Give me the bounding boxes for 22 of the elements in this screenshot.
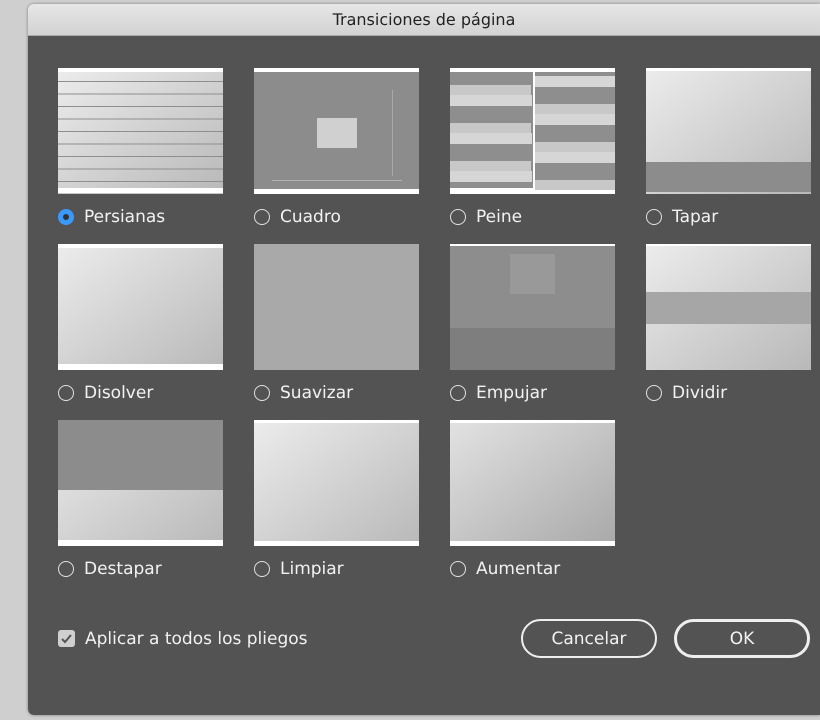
option-label: Empujar (476, 383, 547, 403)
checkbox[interactable] (58, 630, 75, 647)
option-label: Tapar (672, 207, 718, 227)
transition-preview[interactable] (254, 68, 419, 194)
option-label: Persianas (84, 207, 166, 227)
option-label: Aumentar (476, 559, 560, 579)
transition-preview[interactable] (450, 68, 615, 194)
option-label: Disolver (84, 383, 154, 403)
transition-preview[interactable] (58, 68, 223, 194)
option-label: Suavizar (280, 383, 354, 403)
option-label: Cuadro (280, 207, 341, 227)
option-label: Limpiar (280, 559, 344, 579)
cancel-button[interactable]: Cancelar (521, 619, 657, 658)
option-label: Dividir (672, 383, 728, 403)
option-label: Destapar (84, 559, 162, 579)
option-label: Peine (476, 207, 522, 227)
window-title: Transiciones de página (332, 10, 516, 29)
transition-preview[interactable] (646, 68, 811, 194)
checkbox-label: Aplicar a todos los pliegos (85, 628, 308, 648)
radio-button[interactable] (58, 209, 74, 225)
transition-preview[interactable] (58, 420, 223, 546)
ok-button[interactable]: OK (674, 619, 810, 658)
